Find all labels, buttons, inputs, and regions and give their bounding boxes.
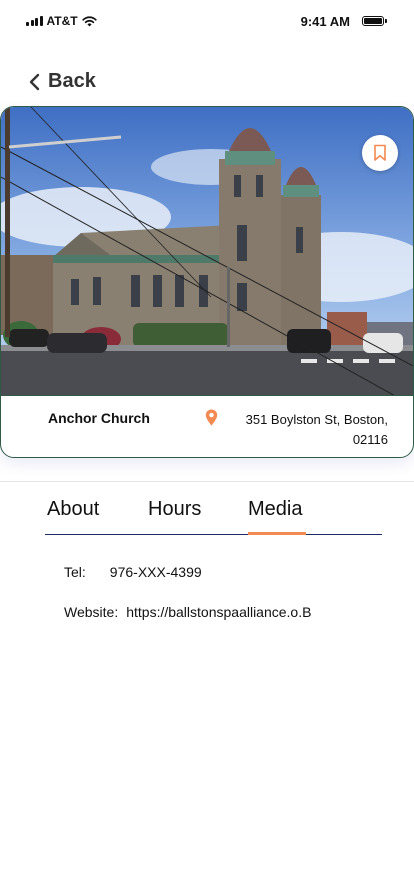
place-name: Anchor Church [48,410,150,426]
place-info: Anchor Church 351 Boylston St, Boston, 0… [1,395,413,457]
back-button[interactable]: Back [28,70,96,93]
website-row: Website: https://ballstonspaalliance.o.B [64,604,311,620]
place-address: 351 Boylston St, Boston, 02116 [245,412,388,447]
clock: 9:41 AM [300,14,350,29]
bookmark-button[interactable] [362,135,398,171]
bookmark-icon [374,144,386,161]
tab-bar: About Hours Media [45,496,382,535]
website-link[interactable]: https://ballstonspaalliance.o.B [126,604,311,620]
tab-hours[interactable]: Hours [148,498,201,521]
section-divider [0,481,414,482]
battery-icon [362,16,387,26]
phone-row: Tel: 976-XXX-4399 [64,564,202,580]
chevron-left-icon [29,73,40,90]
place-card[interactable]: Anchor Church 351 Boylston St, Boston, 0… [0,106,414,458]
active-tab-indicator [248,532,306,535]
tab-about[interactable]: About [47,498,99,521]
back-label: Back [48,70,96,92]
location-pin-icon [205,409,218,426]
phone-label: Tel: [64,564,86,580]
tab-media[interactable]: Media [248,498,302,521]
church-photo [1,107,413,396]
phone-value[interactable]: 976-XXX-4399 [110,564,202,580]
status-bar: AT&T 9:41 AM [0,0,414,44]
website-label: Website: [64,604,119,620]
